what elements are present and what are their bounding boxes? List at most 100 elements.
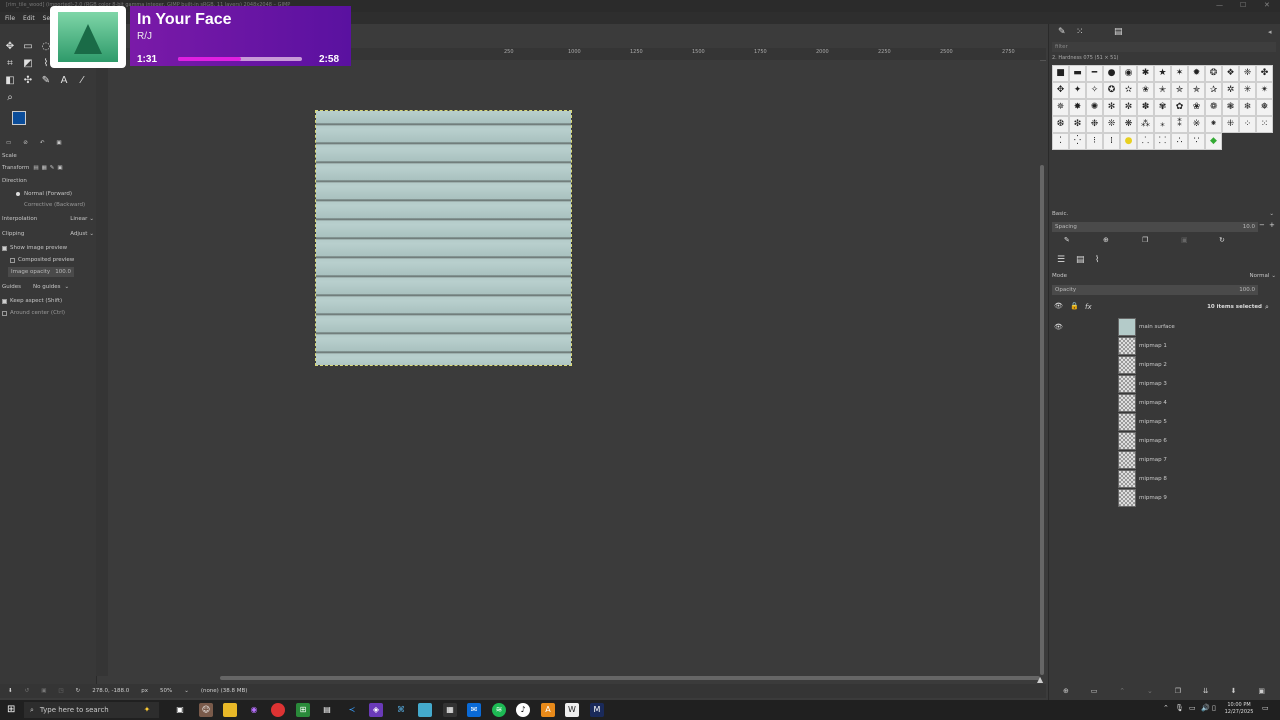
brush-preset-icon[interactable]: ❄: [1239, 99, 1256, 116]
search-icon[interactable]: ⌕: [1265, 303, 1269, 312]
unified-transform-tool-icon[interactable]: ◩: [22, 58, 34, 70]
channels-tab-icon[interactable]: ▤: [1076, 255, 1085, 265]
undo-history-tab-icon[interactable]: ↶: [40, 140, 45, 146]
brush-preset-icon[interactable]: ━: [1086, 65, 1103, 82]
brush-preset-icon[interactable]: ✦: [1069, 82, 1086, 99]
delete-layer-icon[interactable]: ▣: [1258, 687, 1265, 697]
layer-row[interactable]: mipmap 4: [1052, 393, 1276, 412]
wood-texture-image[interactable]: [315, 110, 572, 366]
brush-preset-icon[interactable]: ✴: [1256, 82, 1273, 99]
brush-filter-input[interactable]: filter: [1052, 42, 1276, 52]
layer-row[interactable]: mipmap 2: [1052, 355, 1276, 374]
show-preview-checkbox[interactable]: Show image preview: [2, 243, 94, 253]
brush-preset-icon[interactable]: ✻: [1103, 99, 1120, 116]
brush-preset-icon[interactable]: ⸫: [1137, 133, 1154, 150]
visual-studio-icon[interactable]: ◈: [369, 703, 383, 717]
gimp-app-icon[interactable]: ☺: [199, 703, 213, 717]
battery-icon[interactable]: ▯: [1212, 704, 1216, 712]
brush-preset-icon[interactable]: ⁛: [1069, 133, 1086, 150]
brush-preset-icon[interactable]: ✤: [1256, 65, 1273, 82]
obs-icon[interactable]: ◉: [247, 703, 261, 717]
refresh-brushes-icon[interactable]: ↻: [1219, 236, 1225, 244]
brush-preset-icon[interactable]: ∴: [1171, 133, 1188, 150]
brush-preset-icon[interactable]: ◉: [1120, 65, 1137, 82]
zoom-fit-icon[interactable]: ◳: [58, 688, 63, 694]
notes-app-icon[interactable]: ▤: [320, 703, 334, 717]
spotify-icon[interactable]: ≋: [492, 703, 506, 717]
eye-icon[interactable]: 👁: [1054, 323, 1064, 331]
tool-options-tab-icon[interactable]: ▭: [6, 140, 11, 146]
spreadsheet-app-icon[interactable]: ⊞: [296, 703, 310, 717]
windows-start-icon[interactable]: ⊞: [7, 704, 15, 715]
horizontal-scrollbar[interactable]: [220, 676, 1040, 680]
zoom-tool-icon[interactable]: ⌕: [4, 92, 16, 104]
direction-corrective-radio[interactable]: Corrective (Backward): [2, 200, 94, 210]
direction-normal-radio[interactable]: Normal (Forward): [2, 189, 94, 199]
brush-preset-icon[interactable]: ✯: [1188, 82, 1205, 99]
fx-icon[interactable]: fx: [1085, 303, 1092, 311]
brush-preset-icon[interactable]: ✿: [1171, 99, 1188, 116]
text-tool-icon[interactable]: A: [58, 75, 70, 87]
brush-preset-icon[interactable]: ❈: [1239, 65, 1256, 82]
layer-row[interactable]: mipmap 1: [1052, 336, 1276, 355]
navigate-icon[interactable]: ▲: [1037, 675, 1043, 684]
fonts-tab-icon[interactable]: ▤: [1114, 27, 1123, 37]
patterns-tab-icon[interactable]: ⁙: [1076, 27, 1084, 37]
brush-preset-icon[interactable]: ❆: [1052, 116, 1069, 133]
brush-preset-icon[interactable]: ◆: [1205, 133, 1222, 150]
paths-tab-icon[interactable]: ⌇: [1095, 255, 1099, 265]
volume-icon[interactable]: 🔊: [1201, 704, 1210, 712]
brush-preset-icon[interactable]: ※: [1188, 116, 1205, 133]
color-picker-tool-icon[interactable]: ⁄: [76, 75, 88, 87]
brush-preset-icon[interactable]: ⁜: [1222, 116, 1239, 133]
layer-opacity-field[interactable]: Opacity 100.0: [1052, 285, 1258, 295]
brush-preset-icon[interactable]: ⁎: [1154, 116, 1171, 133]
brush-preset-icon[interactable]: ✭: [1154, 82, 1171, 99]
brush-preset-icon[interactable]: ❊: [1103, 116, 1120, 133]
menu-file[interactable]: File: [5, 15, 15, 22]
brush-preset-icon[interactable]: ∵: [1188, 133, 1205, 150]
eye-icon[interactable]: 👁: [1054, 302, 1063, 310]
brush-preset-icon[interactable]: ⁞: [1103, 133, 1120, 150]
track-progress-bar[interactable]: [178, 57, 302, 61]
close-window-button[interactable]: ✕: [1264, 1, 1270, 9]
image-canvas[interactable]: [108, 60, 1040, 676]
file-explorer-icon[interactable]: [223, 703, 237, 717]
keep-aspect-checkbox[interactable]: Keep aspect (Shift): [2, 296, 94, 306]
brush-preset-icon[interactable]: ✬: [1137, 82, 1154, 99]
music-player-icon[interactable]: ♪: [516, 703, 530, 717]
brush-preset-icon[interactable]: ⁑: [1171, 116, 1188, 133]
calculator-app-icon[interactable]: ▦: [443, 703, 457, 717]
mail-app-icon[interactable]: ✉: [467, 703, 481, 717]
path-tool-icon[interactable]: ✎: [40, 75, 52, 87]
brush-preset-icon[interactable]: ✵: [1052, 99, 1069, 116]
delete-brush-icon[interactable]: ▣: [1181, 236, 1188, 244]
crop-tool-icon[interactable]: ⌗: [4, 58, 16, 70]
reset-icon[interactable]: ↺: [25, 688, 30, 694]
brush-preset-icon[interactable]: ❅: [1256, 99, 1273, 116]
brush-preset-icon[interactable]: ❇: [1069, 116, 1086, 133]
plus-icon[interactable]: +: [1269, 221, 1275, 229]
brush-preset-icon[interactable]: ❖: [1222, 65, 1239, 82]
vertical-scrollbar[interactable]: [1040, 165, 1044, 675]
duplicate-brush-icon[interactable]: ❐: [1142, 236, 1148, 244]
sticky-notes-icon[interactable]: [418, 703, 432, 717]
rect-select-tool-icon[interactable]: ▭: [22, 41, 34, 53]
mask-icon[interactable]: ⬇: [1231, 687, 1237, 697]
brush-preset-icon[interactable]: ■: [1052, 65, 1069, 82]
brush-preset-icon[interactable]: ✰: [1205, 82, 1222, 99]
interpolation-row[interactable]: Interpolation Linear ⌄: [2, 214, 94, 224]
paint-bucket-tool-icon[interactable]: ◧: [4, 75, 16, 87]
layer-row[interactable]: mipmap 6: [1052, 431, 1276, 450]
guides-row[interactable]: Guides No guides ⌄: [2, 282, 94, 292]
brush-preset-icon[interactable]: ❃: [1222, 99, 1239, 116]
copilot-icon[interactable]: ✦: [140, 703, 154, 717]
code-editor-icon[interactable]: ⌘: [394, 703, 408, 717]
device-status-tab-icon[interactable]: ⊘: [23, 140, 28, 146]
layers-tab-icon[interactable]: ☰: [1057, 255, 1065, 265]
microphone-icon[interactable]: 🎙: [1175, 704, 1184, 712]
taskbar-search[interactable]: ⌕ Type here to search: [24, 702, 159, 718]
notifications-icon[interactable]: ▭: [1262, 704, 1269, 712]
taskbar-clock[interactable]: 10:00 PM 12/27/2025: [1220, 702, 1258, 716]
layer-mode-row[interactable]: Mode Normal ⌄: [1052, 271, 1276, 281]
